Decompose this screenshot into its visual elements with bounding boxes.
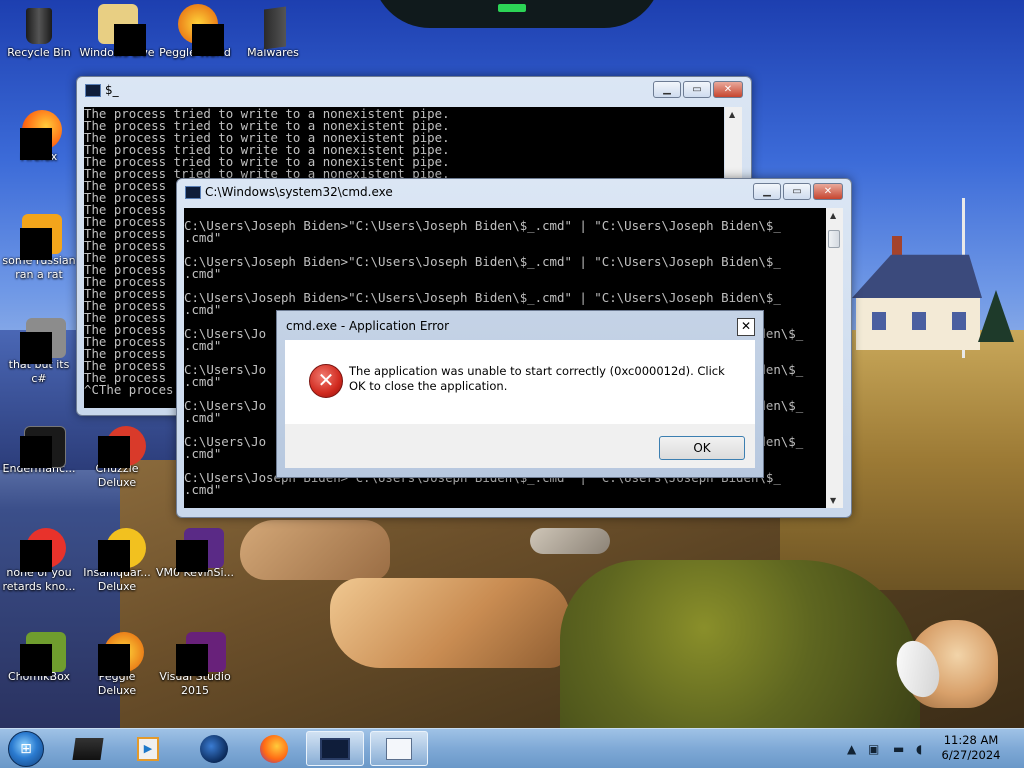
dialog-body: ✕ The application was unable to start co… — [285, 340, 755, 468]
scroll-up-icon[interactable]: ▲ — [729, 110, 735, 119]
dialog-close-button[interactable]: ✕ — [737, 318, 755, 336]
minimize-button[interactable]: ▁ — [753, 183, 781, 200]
explorer-icon — [72, 737, 104, 760]
cmd-titlebar[interactable]: C:\Windows\system32\cmd.exe ▁ ▭ ✕ — [177, 179, 851, 207]
back-console-titlebar[interactable]: $_ ▁ ▭ ✕ — [77, 77, 751, 105]
taskbar: ⊞ ▶ ▲ ▣ ▬ ◖ 11:28 AM 6/27/2024 — [0, 728, 1024, 768]
desktop-icon-opera[interactable]: none of you retards kno... — [0, 528, 78, 594]
maximize-button[interactable]: ▭ — [683, 81, 711, 98]
desktop-icon-vm0[interactable]: VM0 KevinSi... — [156, 528, 234, 580]
back-console-title: $_ — [105, 83, 119, 97]
cmd-title: C:\Windows\system32\cmd.exe — [205, 185, 393, 199]
desktop-icon-visual-studio[interactable]: Visual Studio 2015 — [156, 632, 234, 698]
media-player-icon: ▶ — [137, 736, 159, 761]
cmd-icon — [320, 737, 350, 760]
taskbar-cmd-window[interactable] — [370, 731, 428, 766]
close-button[interactable]: ✕ — [813, 183, 843, 200]
console-line: C:\Users\Joseph Biden>"C:\Users\Joseph B… — [184, 290, 781, 305]
dialog-message: The application was unable to start corr… — [349, 364, 725, 393]
wallpaper-rock — [330, 578, 570, 668]
desktop-icon-malwares[interactable]: Malwares — [234, 6, 312, 60]
wallpaper-rock — [530, 528, 610, 554]
clock-date: 6/27/2024 — [941, 748, 1001, 762]
wallpaper-bush — [560, 560, 920, 728]
desktop-icon-chuzzle[interactable]: Chuzzle Deluxe — [78, 424, 156, 490]
scroll-up-icon[interactable]: ▲ — [830, 211, 836, 220]
tray-clock[interactable]: 11:28 AM 6/27/2024 — [936, 733, 1006, 763]
console-icon — [85, 84, 101, 97]
wallpaper-tree — [978, 290, 1014, 342]
desktop-icon-firefox[interactable]: Firefox — [0, 110, 78, 164]
console-line: C:\Users\Joseph Biden>"C:\Users\Joseph B… — [184, 218, 781, 233]
scroll-down-icon[interactable]: ▼ — [830, 496, 836, 505]
console-line: .cmd" — [184, 482, 222, 497]
tray-network-icon[interactable]: ▣ — [868, 742, 879, 756]
console-line: .cmd" — [184, 230, 222, 245]
console-line: C:\Users\Joseph Biden>"C:\Users\Joseph B… — [184, 254, 781, 269]
top-gadget — [372, 0, 662, 28]
clock-time: 11:28 AM — [943, 733, 999, 747]
firefox-icon — [260, 734, 288, 763]
wallpaper-rock — [240, 520, 390, 580]
scroll-thumb[interactable] — [828, 230, 840, 248]
desktop-icon-endermanc[interactable]: Endermanc... — [0, 424, 78, 476]
desktop-icon-c-sharp[interactable]: that but its c# — [0, 318, 78, 386]
desktop-icon-windows-live[interactable]: Windows Live — [78, 4, 156, 60]
console-line: .cmd" — [184, 266, 222, 281]
maximize-button[interactable]: ▭ — [783, 183, 811, 200]
desktop-icon-chomikbox[interactable]: ChomikBox — [0, 632, 78, 684]
minimize-button[interactable]: ▁ — [653, 81, 681, 98]
recycle-bin-icon — [26, 8, 52, 44]
desktop-icon-insaniquarium[interactable]: Insaniquar... Deluxe — [78, 528, 156, 594]
cmd-scrollbar[interactable]: ▲ ▼ — [826, 208, 843, 508]
taskbar-media-player[interactable]: ▶ — [120, 731, 176, 766]
close-button[interactable]: ✕ — [713, 81, 743, 98]
desktop-icon-peggle-world[interactable]: Peggle World — [156, 4, 234, 60]
folder-icon — [264, 6, 286, 50]
tray-volume-icon[interactable]: ◖ — [916, 742, 922, 756]
desktop-icon-peggle-deluxe[interactable]: Peggle Deluxe — [78, 632, 156, 698]
console-icon — [185, 186, 201, 199]
globe-icon — [200, 734, 228, 763]
error-icon: ✕ — [309, 364, 343, 398]
dialog-footer: OK — [285, 424, 755, 468]
taskbar-globe[interactable] — [186, 731, 242, 766]
cmd-window-icon — [386, 737, 412, 760]
tray-monitor-icon[interactable]: ▬ — [893, 742, 904, 756]
taskbar-cmd[interactable] — [306, 731, 364, 766]
wallpaper-house — [852, 236, 982, 350]
dialog-title: cmd.exe - Application Error — [286, 319, 450, 333]
tray-expand-icon[interactable]: ▲ — [847, 742, 856, 756]
desktop-icon-recycle-bin[interactable]: Recycle Bin — [0, 8, 78, 60]
application-error-dialog[interactable]: cmd.exe - Application Error ✕ ✕ The appl… — [276, 310, 764, 478]
start-button[interactable]: ⊞ — [8, 731, 44, 767]
ok-button[interactable]: OK — [659, 436, 745, 460]
desktop-icon-russian-rat[interactable]: some russian ran a rat — [0, 214, 78, 282]
taskbar-explorer[interactable] — [60, 731, 116, 766]
taskbar-firefox[interactable] — [246, 731, 302, 766]
